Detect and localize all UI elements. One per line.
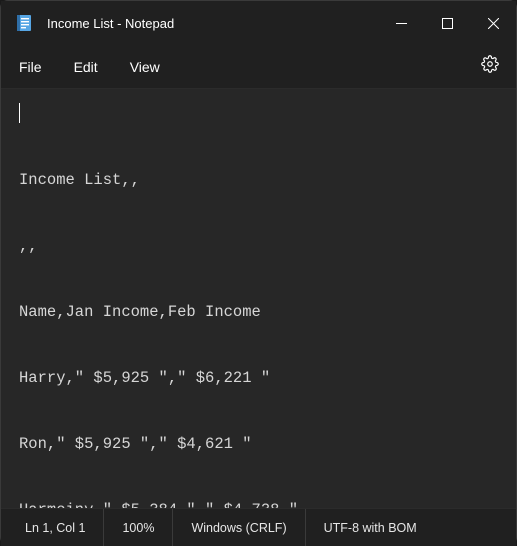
editor-line: Ron," $5,925 "," $4,621 " xyxy=(19,433,498,455)
status-line-ending[interactable]: Windows (CRLF) xyxy=(173,509,305,546)
editor-line: ,, xyxy=(19,235,498,257)
menu-edit[interactable]: Edit xyxy=(74,59,98,75)
status-cursor-position[interactable]: Ln 1, Col 1 xyxy=(1,509,104,546)
gear-icon xyxy=(481,55,499,78)
editor-line: Name,Jan Income,Feb Income xyxy=(19,301,498,323)
maximize-button[interactable] xyxy=(424,1,470,45)
minimize-button[interactable] xyxy=(378,1,424,45)
menu-file[interactable]: File xyxy=(19,59,42,75)
settings-button[interactable] xyxy=(474,51,506,83)
text-editor[interactable]: Income List,, ,, Name,Jan Income,Feb Inc… xyxy=(1,89,516,508)
menubar: File Edit View xyxy=(1,45,516,89)
status-zoom[interactable]: 100% xyxy=(104,509,173,546)
statusbar: Ln 1, Col 1 100% Windows (CRLF) UTF-8 wi… xyxy=(1,508,516,546)
editor-line: Income List,, xyxy=(19,169,498,191)
editor-line: Harry," $5,925 "," $6,221 " xyxy=(19,367,498,389)
window-title: Income List - Notepad xyxy=(47,16,174,31)
status-encoding[interactable]: UTF-8 with BOM xyxy=(306,509,516,546)
notepad-app-icon xyxy=(15,14,33,32)
editor-line: Harmoiny," $5,384 "," $4,738 " xyxy=(19,499,498,508)
menu-view[interactable]: View xyxy=(130,59,160,75)
titlebar: Income List - Notepad xyxy=(1,1,516,45)
close-button[interactable] xyxy=(470,1,516,45)
text-cursor xyxy=(19,103,20,123)
